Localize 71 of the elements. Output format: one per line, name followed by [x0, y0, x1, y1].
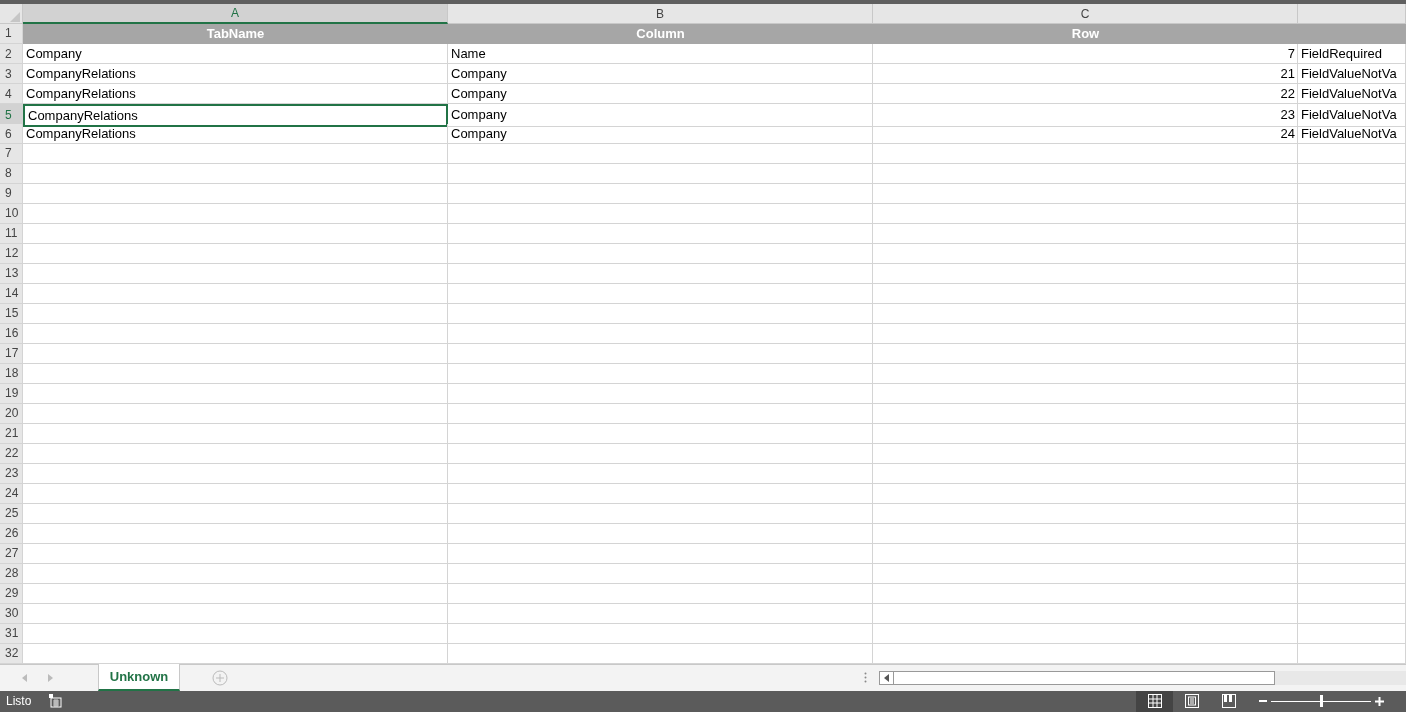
row-number[interactable]: 16 [0, 323, 23, 344]
zoom-slider[interactable] [1271, 695, 1371, 708]
row-number[interactable]: 6 [0, 123, 23, 145]
row-number[interactable]: 12 [0, 243, 23, 264]
row-number[interactable]: 27 [0, 543, 23, 564]
row-number[interactable]: 19 [0, 383, 23, 404]
row-number[interactable]: 10 [0, 203, 23, 224]
horizontal-scrollbar[interactable] [879, 670, 1406, 685]
table-cell: Company [23, 43, 448, 65]
row-number[interactable]: 21 [0, 423, 23, 444]
scroll-left-icon[interactable] [884, 673, 889, 682]
row-number[interactable]: 24 [0, 483, 23, 504]
table-cell: 7 [873, 43, 1298, 65]
table-cell: 23 [873, 103, 1298, 128]
table-cell: Name [448, 43, 873, 65]
row-number[interactable]: 14 [0, 283, 23, 304]
row-number[interactable]: 17 [0, 343, 23, 364]
table-cell: Company [448, 123, 873, 145]
more-icon[interactable] [863, 672, 867, 684]
row-number[interactable]: 31 [0, 623, 23, 644]
row-number[interactable]: 26 [0, 523, 23, 544]
row-number[interactable]: 28 [0, 563, 23, 584]
table-cell: FieldValueNotVa [1298, 63, 1406, 85]
row-number[interactable]: 32 [0, 643, 23, 664]
page-icon [1184, 694, 1199, 709]
row-number[interactable]: 13 [0, 263, 23, 284]
row-number[interactable]: 22 [0, 443, 23, 464]
table-cell: Company [448, 83, 873, 105]
table-cell: Company [448, 103, 873, 128]
table-cell: FieldValueNotVa [1298, 83, 1406, 105]
row-number[interactable]: 18 [0, 363, 23, 384]
row-number[interactable]: 4 [0, 83, 23, 105]
page-break-icon [1221, 694, 1236, 709]
table-cell: FieldValueNotVa [1298, 123, 1406, 145]
row-number[interactable]: 8 [0, 163, 23, 184]
table-cell: CompanyRelations [23, 123, 448, 145]
row-number[interactable]: 2 [0, 43, 23, 65]
row-number[interactable]: 20 [0, 403, 23, 424]
table-cell: CompanyRelations [23, 103, 448, 128]
row-number[interactable]: 15 [0, 303, 23, 324]
row-number[interactable]: 30 [0, 603, 23, 624]
table-cell: FieldRequired [1298, 43, 1406, 65]
view-button[interactable] [1136, 690, 1173, 712]
macro-icon[interactable] [48, 694, 62, 709]
table-cell: FieldValueNotVa [1298, 103, 1406, 128]
row-number[interactable]: 1 [0, 23, 23, 44]
table-cell: 22 [873, 83, 1298, 105]
scrollbar-thumb[interactable] [894, 670, 1275, 685]
row-number[interactable]: 9 [0, 183, 23, 204]
row-number[interactable]: 7 [0, 143, 23, 164]
column-title: Row [873, 23, 1298, 44]
table-cell: 24 [873, 123, 1298, 145]
row-number[interactable]: 29 [0, 583, 23, 604]
grid-icon [1147, 694, 1162, 709]
row-number[interactable]: 11 [0, 223, 23, 244]
zoom-slider-thumb[interactable] [1319, 695, 1323, 708]
row-number[interactable]: 3 [0, 63, 23, 85]
sheet-tab[interactable]: Unknown [98, 663, 180, 691]
column-title: Column [448, 23, 873, 44]
table-cell: 21 [873, 63, 1298, 85]
table-cell: CompanyRelations [23, 83, 448, 105]
table-cell: Company [448, 63, 873, 85]
column-header[interactable]: B [448, 3, 873, 24]
row-number[interactable]: 23 [0, 463, 23, 484]
column-header[interactable]: C [873, 3, 1298, 24]
status-text: Listo [5, 693, 33, 711]
table-cell: CompanyRelations [23, 63, 448, 85]
row-number[interactable]: 25 [0, 503, 23, 524]
column-header[interactable]: A [23, 3, 448, 24]
column-title: TabName [23, 23, 448, 44]
zoom-in-icon[interactable] [1375, 696, 1384, 706]
